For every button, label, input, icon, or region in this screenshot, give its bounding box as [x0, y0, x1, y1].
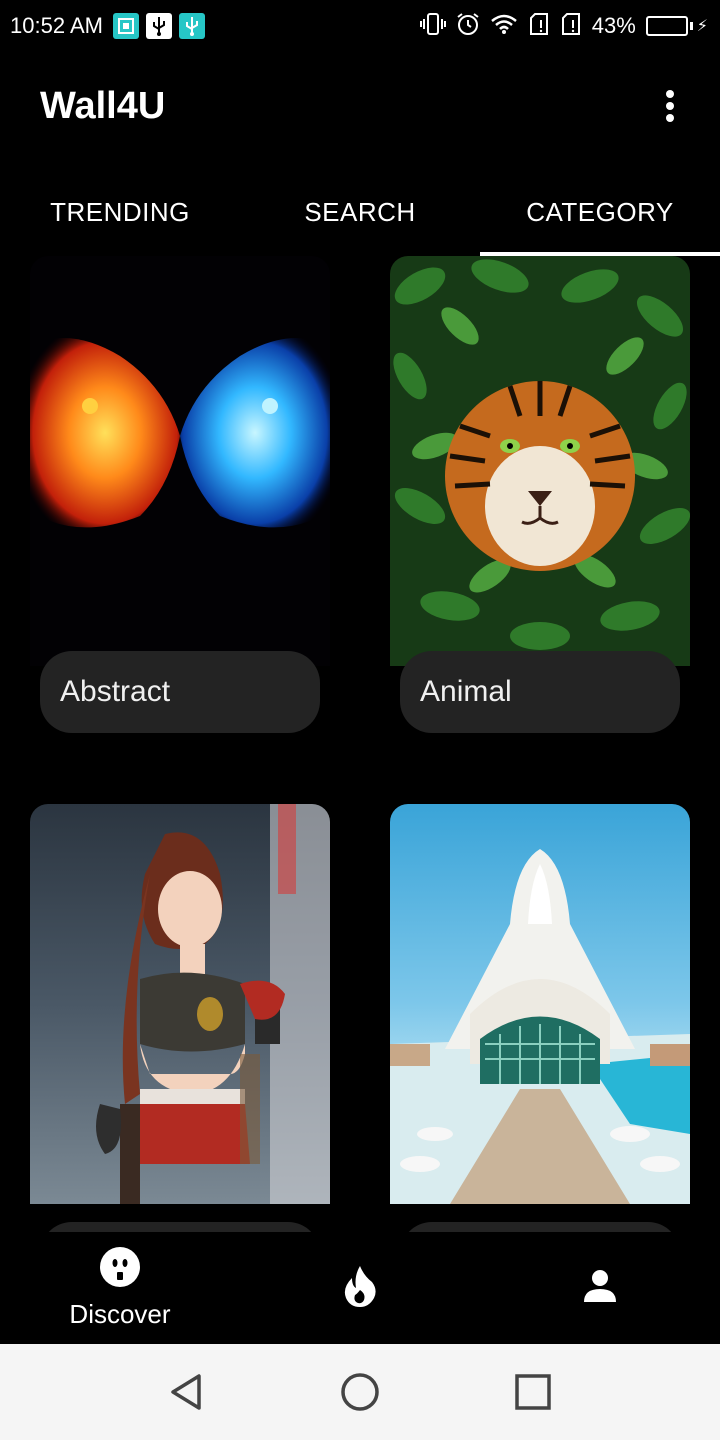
tab-label: TRENDING — [50, 196, 190, 227]
category-label-pill: Abstract — [40, 651, 320, 733]
sim-icon — [560, 12, 582, 40]
tab-trending[interactable]: TRENDING — [0, 168, 240, 256]
tab-label: CATEGORY — [526, 196, 674, 227]
profile-icon — [582, 1268, 618, 1309]
tab-label: SEARCH — [304, 196, 416, 227]
category-image — [390, 256, 690, 666]
category-label: Animal — [420, 675, 512, 708]
category-grid: Abstract Animal — [0, 256, 720, 1232]
category-card-architecture[interactable] — [390, 804, 690, 1232]
bottom-navigation: Discover — [0, 1232, 720, 1344]
category-card-abstract[interactable]: Abstract — [30, 256, 330, 736]
app-bar: Wall4U — [0, 52, 720, 160]
status-time: 10:52 AM — [10, 13, 103, 38]
system-status-icons: 43% ⚡ — [419, 12, 708, 40]
charging-icon: ⚡ — [696, 18, 708, 35]
category-label-pill — [40, 1222, 320, 1232]
nav-profile[interactable] — [480, 1232, 720, 1344]
vibrate-icon — [419, 12, 446, 40]
battery-icon: ⚡ — [645, 16, 708, 36]
category-image — [30, 804, 330, 1204]
nav-discover[interactable]: Discover — [0, 1232, 240, 1344]
usb-debug-icon — [178, 13, 205, 39]
alarm-icon — [456, 12, 480, 40]
category-label-pill: Animal — [400, 651, 680, 733]
overflow-menu-icon[interactable] — [660, 86, 680, 126]
screenshot-icon — [112, 13, 139, 39]
battery-percent: 43% — [591, 13, 636, 38]
status-bar: 10:52 AM 43% ⚡ — [0, 0, 720, 52]
flame-icon — [342, 1264, 378, 1313]
recents-icon[interactable] — [503, 1362, 563, 1422]
sim-icon — [528, 12, 550, 40]
usb-icon — [145, 13, 172, 39]
notification-icons — [112, 13, 205, 39]
nav-label: Discover — [69, 1299, 171, 1329]
discover-icon — [99, 1246, 141, 1293]
home-icon[interactable] — [330, 1362, 390, 1422]
tab-bar: TRENDING SEARCH CATEGORY — [0, 168, 720, 256]
category-label-pill — [400, 1222, 680, 1232]
category-image — [390, 804, 690, 1204]
wifi-icon — [490, 13, 518, 39]
app-title: Wall4U — [40, 84, 166, 127]
nav-trending[interactable] — [240, 1232, 480, 1344]
tab-category[interactable]: CATEGORY — [480, 168, 720, 256]
tab-search[interactable]: SEARCH — [240, 168, 480, 256]
back-icon[interactable] — [157, 1362, 217, 1422]
category-image — [30, 256, 330, 666]
category-card-animal[interactable]: Animal — [390, 256, 690, 736]
category-label: Abstract — [60, 675, 171, 708]
category-card-anime[interactable] — [30, 804, 330, 1232]
system-navigation-bar — [0, 1344, 720, 1440]
